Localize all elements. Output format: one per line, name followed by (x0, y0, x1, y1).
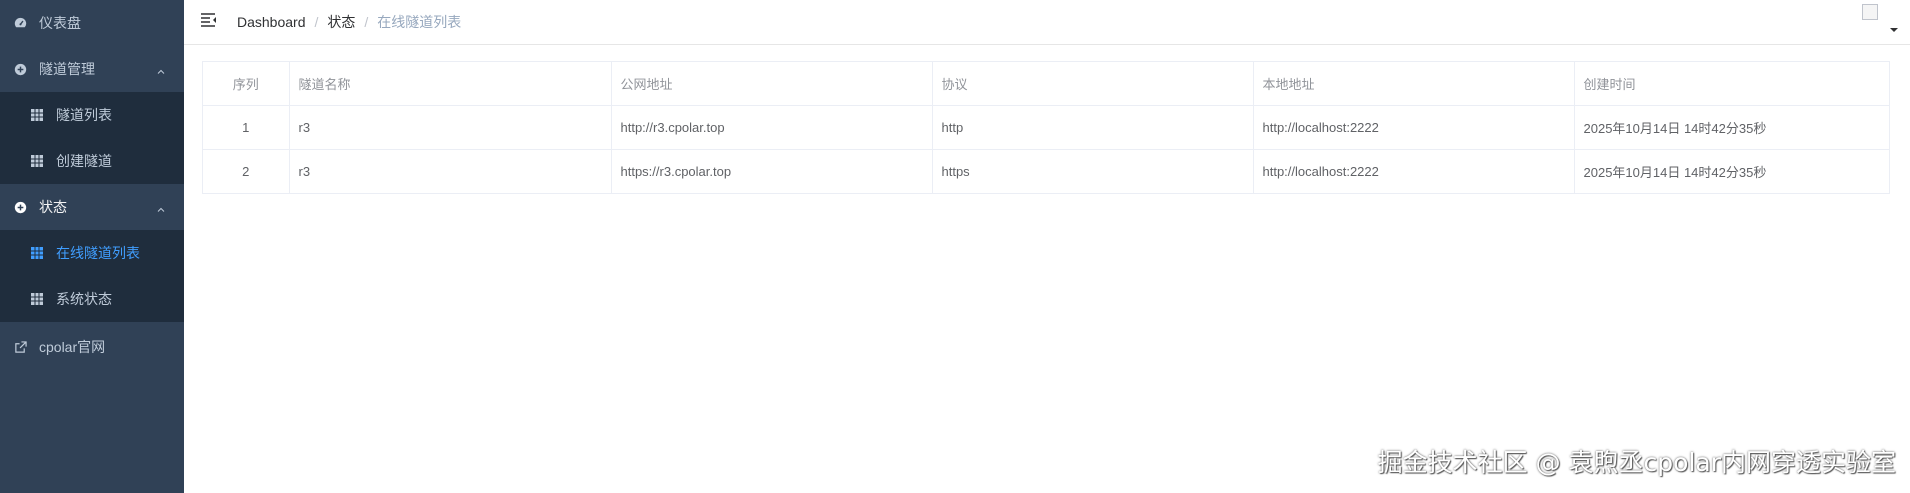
breadcrumb: Dashboard / 状态 / 在线隧道列表 (237, 12, 461, 32)
sidebar-item-label: cpolar官网 (39, 339, 106, 355)
plus-circle-icon (13, 62, 27, 76)
breadcrumb-dashboard[interactable]: Dashboard (237, 14, 306, 30)
sidebar-item-create-tunnel[interactable]: 创建隧道 (0, 138, 184, 184)
sidebar-item-system-status[interactable]: 系统状态 (0, 276, 184, 322)
column-header: 隧道名称 (289, 62, 612, 106)
plus-circle-icon (13, 200, 27, 214)
table-row: 2 r3 https://r3.cpolar.top https http://… (203, 149, 1889, 193)
column-header: 公网地址 (611, 62, 933, 106)
breadcrumb-current: 在线隧道列表 (377, 14, 462, 30)
grid-icon (30, 292, 44, 306)
sidebar-item-label: 隧道列表 (56, 107, 112, 123)
dashboard-icon (13, 16, 27, 30)
grid-icon (30, 246, 44, 260)
breadcrumb-separator: / (364, 14, 369, 30)
caret-down-icon[interactable] (1890, 28, 1898, 32)
table-cell: r3 (289, 149, 612, 193)
grid-icon (30, 108, 44, 122)
sidebar-item-label: 系统状态 (56, 291, 112, 307)
table-cell: http://localhost:2222 (1253, 149, 1575, 193)
column-header: 序列 (203, 62, 290, 106)
external-link-icon (13, 340, 27, 354)
column-header: 本地地址 (1253, 62, 1575, 106)
sidebar-item-label: 隧道管理 (39, 61, 95, 77)
breadcrumb-separator: / (314, 14, 319, 30)
table-cell: http://localhost:2222 (1253, 105, 1575, 150)
table-cell: 1 (203, 105, 290, 150)
sidebar-item-label: 仪表盘 (39, 15, 81, 31)
table-cell: r3 (289, 105, 612, 150)
chevron-up-icon (156, 64, 166, 74)
watermark: 掘金技术社区 @ 袁煦丞cpolar内网穿透实验室 (1377, 448, 1896, 477)
sidebar-item-online-tunnels[interactable]: 在线隧道列表 (0, 230, 184, 276)
sidebar-item-label: 状态 (39, 199, 67, 215)
table-cell: https://r3.cpolar.top (611, 149, 933, 193)
sidebar-item-cpolar-site[interactable]: cpolar官网 (0, 322, 184, 372)
online-tunnels-table: 序列 隧道名称 公网地址 协议 本地地址 创建时间 1 r3 http://r3… (202, 61, 1890, 194)
column-header: 创建时间 (1574, 62, 1889, 106)
sidebar-item-tunnel-management[interactable]: 隧道管理 (0, 46, 184, 92)
table-cell: https (932, 149, 1254, 193)
sidebar-item-label: 在线隧道列表 (56, 245, 140, 261)
table-row: 1 r3 http://r3.cpolar.top http http://lo… (203, 105, 1889, 150)
column-header: 协议 (932, 62, 1254, 106)
sidebar-item-label: 创建隧道 (56, 153, 112, 169)
sidebar-item-tunnel-list[interactable]: 隧道列表 (0, 92, 184, 138)
table-cell: http (932, 105, 1254, 150)
sidebar: 仪表盘 隧道管理 隧道列表 创建隧道 状态 在线隧道列表 系统状态 cpolar… (0, 0, 184, 493)
sidebar-item-status[interactable]: 状态 (0, 184, 184, 230)
table-cell: http://r3.cpolar.top (611, 105, 933, 150)
navbar: Dashboard / 状态 / 在线隧道列表 (184, 0, 1910, 45)
table-cell: 2025年10月14日 14时42分35秒 (1583, 165, 1767, 180)
table-header-row: 序列 隧道名称 公网地址 协议 本地地址 创建时间 (203, 62, 1889, 106)
avatar[interactable] (1862, 4, 1878, 20)
table-cell: 2025年10月14日 14时42分35秒 (1574, 105, 1889, 150)
sidebar-item-dashboard[interactable]: 仪表盘 (0, 0, 184, 46)
chevron-up-icon (156, 202, 166, 212)
hamburger-icon[interactable] (200, 12, 218, 28)
table-cell: 2 (203, 149, 290, 193)
breadcrumb-status[interactable]: 状态 (327, 12, 355, 32)
grid-icon (30, 154, 44, 168)
